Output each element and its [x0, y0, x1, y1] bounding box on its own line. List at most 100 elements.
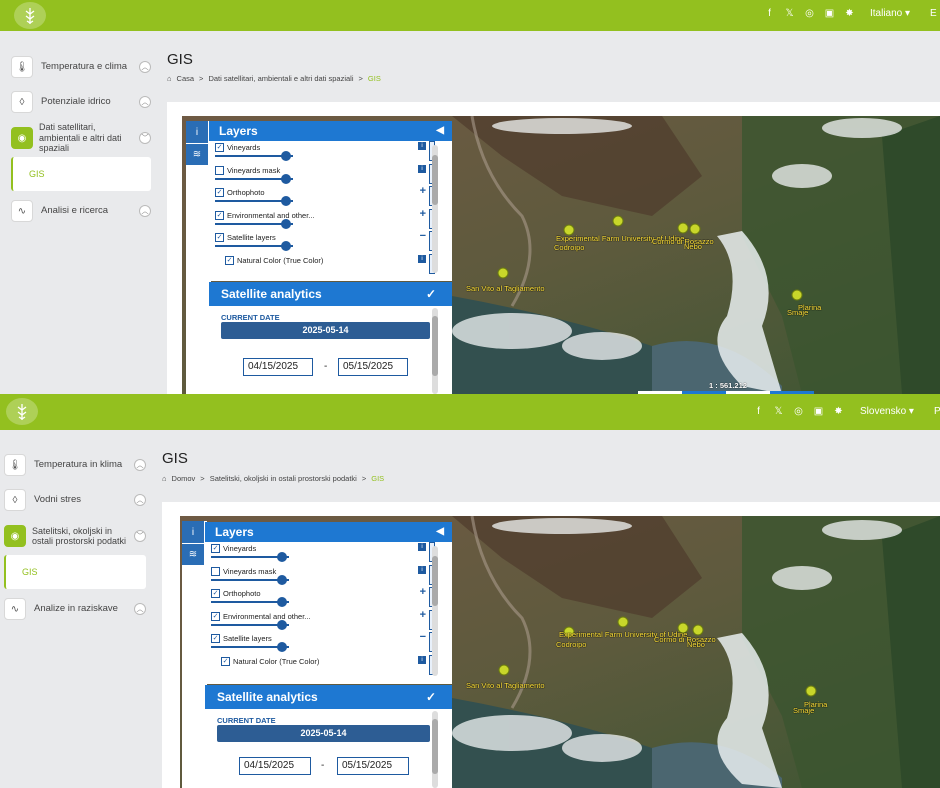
layer-checkbox[interactable]: ✓ — [221, 656, 230, 666]
layers-header[interactable]: Layers ◀ — [205, 522, 452, 542]
slider-knob[interactable] — [277, 574, 287, 585]
facebook-icon[interactable]: f — [764, 8, 775, 19]
linkedin-icon[interactable]: ▣ — [824, 8, 835, 19]
vineyard-marker-icon[interactable] — [497, 266, 509, 279]
satellite-analytics-header[interactable]: Satellite analytics ✓ — [209, 282, 452, 306]
sidebar-item-satellite[interactable]: ◉ Dati satellitari, ambientali e altri d… — [11, 122, 151, 153]
chevron-up-icon[interactable]: ︿ — [134, 459, 146, 471]
layer-info-icon[interactable]: i — [418, 254, 426, 263]
collapse-left-icon[interactable]: ◀ — [436, 526, 444, 537]
expand-plus-icon[interactable]: + — [420, 208, 426, 220]
facebook-icon[interactable]: f — [753, 406, 764, 417]
layer-environmental[interactable]: ✓ Environmental and other... + — [209, 208, 452, 232]
layers-icon[interactable]: ≋ — [186, 143, 208, 165]
chevron-up-icon[interactable]: ︿ — [139, 61, 151, 73]
date-from-input[interactable]: 04/15/2025 — [239, 757, 311, 775]
layer-checkbox[interactable]: ✓ — [211, 611, 220, 621]
vineyard-marker-icon[interactable] — [617, 615, 629, 628]
breadcrumb-home[interactable]: Domov — [172, 474, 196, 483]
language-next[interactable]: P — [934, 406, 940, 417]
chevron-down-icon[interactable]: ﹀ — [139, 132, 151, 144]
x-icon[interactable]: 𝕏 — [773, 406, 784, 417]
slider-knob[interactable] — [277, 619, 287, 630]
breadcrumb-home[interactable]: Casa — [177, 74, 195, 83]
layer-orthophoto[interactable]: ✓ Orthophoto + — [209, 185, 452, 209]
language-next[interactable]: E — [930, 8, 937, 19]
slider-knob[interactable] — [281, 241, 291, 251]
vineyard-marker-icon[interactable] — [498, 663, 510, 676]
chevron-down-icon[interactable]: ﹀ — [134, 530, 146, 542]
slider-knob[interactable] — [277, 597, 287, 607]
vineyard-marker-icon[interactable] — [689, 222, 701, 235]
x-icon[interactable]: 𝕏 — [784, 8, 795, 19]
layers-scrollbar[interactable] — [432, 145, 438, 273]
layer-info-icon[interactable]: i — [418, 142, 426, 150]
layer-checkbox[interactable]: ✓ — [215, 233, 224, 242]
sidebar-subitem-gis[interactable]: GIS — [11, 157, 151, 191]
expand-plus-icon[interactable]: + — [420, 185, 426, 197]
layer-vineyards[interactable]: ✓ Vineyards i — [205, 542, 452, 565]
expand-plus-icon[interactable]: + — [420, 609, 426, 621]
sun-icon[interactable]: ✸ — [833, 406, 844, 417]
scroll-thumb[interactable] — [432, 155, 438, 205]
logo[interactable] — [14, 2, 46, 29]
slider-knob[interactable] — [281, 196, 291, 206]
language-selector[interactable]: Italiano ▾ — [870, 8, 910, 19]
collapse-minus-icon[interactable]: − — [420, 230, 426, 242]
chevron-up-icon[interactable]: ︿ — [134, 603, 146, 615]
satellite-analytics-header[interactable]: Satellite analytics ✓ — [205, 685, 452, 709]
analytics-scrollbar[interactable] — [432, 308, 438, 394]
layer-checkbox[interactable]: ✓ — [211, 544, 220, 553]
date-to-input[interactable]: 05/15/2025 — [338, 358, 408, 376]
vineyard-marker-icon[interactable] — [791, 288, 803, 301]
scroll-thumb[interactable] — [432, 556, 438, 606]
slider-knob[interactable] — [281, 173, 291, 184]
layer-checkbox[interactable] — [211, 566, 220, 576]
sidebar-item-temperature[interactable]: 🌡 Temperatura e clima ︿ — [11, 53, 151, 81]
collapse-left-icon[interactable]: ◀ — [436, 125, 444, 136]
layer-checkbox[interactable]: ✓ — [215, 188, 224, 197]
instagram-icon[interactable]: ◎ — [793, 406, 804, 417]
current-date-value[interactable]: 2025-05-14 — [221, 322, 430, 339]
layer-checkbox[interactable] — [215, 165, 224, 175]
layer-vineyards-mask[interactable]: Vineyards mask i — [209, 163, 452, 187]
layer-natural-color[interactable]: ✓ Natural Color (True Color) i — [205, 654, 452, 678]
layer-checkbox[interactable]: ✓ — [215, 210, 224, 220]
scroll-thumb[interactable] — [432, 719, 438, 774]
collapse-minus-icon[interactable]: − — [420, 631, 426, 643]
layer-orthophoto[interactable]: ✓ Orthophoto + — [205, 586, 452, 610]
breadcrumb-section[interactable]: Dati satellitari, ambientali e altri dat… — [208, 74, 353, 83]
vineyard-marker-icon[interactable] — [692, 623, 704, 636]
layers-header[interactable]: Layers ◀ — [209, 121, 452, 141]
date-from-input[interactable]: 04/15/2025 — [243, 358, 313, 376]
chevron-up-icon[interactable]: ︿ — [139, 96, 151, 108]
layer-satellite[interactable]: ✓ Satellite layers − — [209, 230, 452, 254]
vineyard-marker-icon[interactable] — [805, 684, 817, 697]
layer-satellite[interactable]: ✓ Satellite layers − — [205, 631, 452, 655]
sun-icon[interactable]: ✸ — [844, 8, 855, 19]
layers-icon[interactable]: ≋ — [182, 543, 204, 565]
date-to-input[interactable]: 05/15/2025 — [337, 757, 409, 775]
layer-environmental[interactable]: ✓ Environmental and other... + — [205, 609, 452, 633]
analytics-scrollbar[interactable] — [432, 711, 438, 788]
vineyard-marker-icon[interactable] — [677, 221, 689, 234]
language-selector[interactable]: Slovensko ▾ — [860, 406, 914, 417]
instagram-icon[interactable]: ◎ — [804, 8, 815, 19]
vineyard-marker-icon[interactable] — [612, 214, 624, 227]
slider-knob[interactable] — [281, 218, 291, 229]
layer-vineyards-mask[interactable]: Vineyards mask i — [205, 564, 452, 588]
layer-info-icon[interactable]: i — [418, 655, 426, 664]
sidebar-item-satellite[interactable]: ◉ Satelitski, okoljski in ostali prostor… — [4, 521, 146, 551]
current-date-value[interactable]: 2025-05-14 — [217, 725, 430, 742]
sidebar-item-water[interactable]: ◊ Potenziale idrico ︿ — [11, 88, 151, 116]
slider-knob[interactable] — [277, 552, 287, 562]
layer-info-icon[interactable]: i — [418, 164, 426, 173]
breadcrumb-section[interactable]: Satelitski, okoljski in ostali prostorsk… — [210, 474, 357, 483]
layer-checkbox[interactable]: ✓ — [215, 143, 224, 152]
expand-plus-icon[interactable]: + — [420, 586, 426, 598]
sidebar-item-temperature[interactable]: 🌡 Temperatura in klima ︿ — [4, 451, 146, 479]
layer-checkbox[interactable]: ✓ — [211, 634, 220, 643]
layer-natural-color[interactable]: ✓ Natural Color (True Color) i — [209, 253, 452, 277]
layer-info-icon[interactable]: i — [418, 543, 426, 551]
layer-vineyards[interactable]: ✓ Vineyards i — [209, 141, 452, 164]
